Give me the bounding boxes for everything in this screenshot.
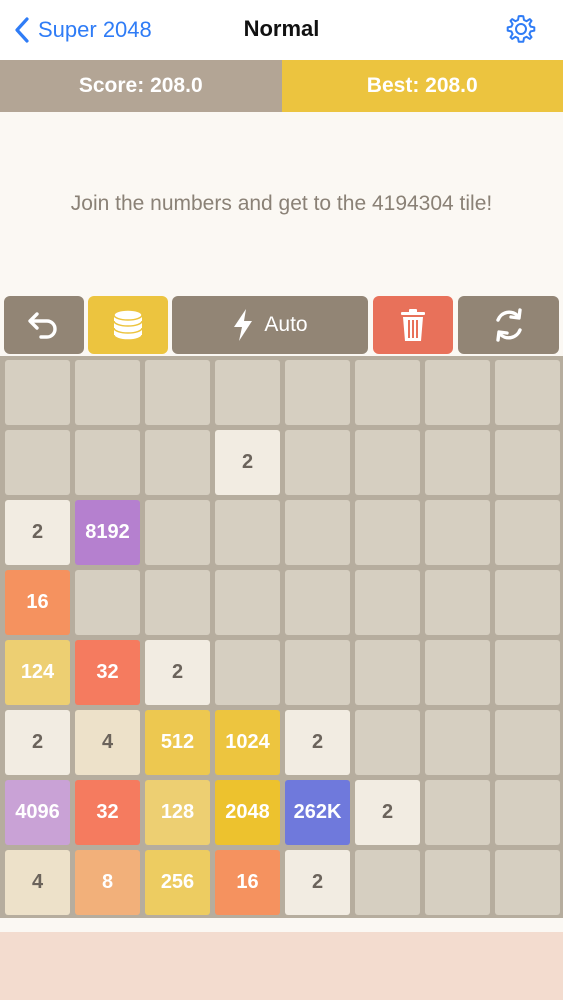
- empty-cell: [5, 430, 70, 495]
- empty-cell: [285, 360, 350, 425]
- empty-cell: [145, 570, 210, 635]
- empty-cell: [145, 430, 210, 495]
- empty-cell: [285, 640, 350, 705]
- footer-area: [0, 918, 563, 1000]
- undo-button[interactable]: [4, 296, 84, 354]
- empty-cell: [215, 360, 280, 425]
- empty-cell: [425, 360, 490, 425]
- chevron-left-icon: [15, 17, 29, 43]
- game-board[interactable]: 2 2 8192 16 124 32 2 2 4 512 1024 2 4096 32 128 2048 262…: [0, 356, 563, 918]
- lightning-icon: [234, 309, 253, 341]
- empty-cell: [425, 500, 490, 565]
- empty-cell: [145, 500, 210, 565]
- coins-button[interactable]: [88, 296, 168, 354]
- tile: 512: [145, 710, 210, 775]
- empty-cell: [425, 780, 490, 845]
- empty-cell: [75, 360, 140, 425]
- tile: 8192: [75, 500, 140, 565]
- trash-icon: [401, 309, 425, 341]
- tile: 124: [5, 640, 70, 705]
- empty-cell: [5, 360, 70, 425]
- tile: 8: [75, 850, 140, 915]
- empty-cell: [355, 640, 420, 705]
- empty-cell: [75, 570, 140, 635]
- empty-cell: [215, 500, 280, 565]
- empty-cell: [495, 850, 560, 915]
- empty-cell: [355, 850, 420, 915]
- tile: 2: [355, 780, 420, 845]
- empty-cell: [285, 500, 350, 565]
- trash-button[interactable]: [373, 296, 453, 354]
- empty-cell: [495, 780, 560, 845]
- auto-button[interactable]: Auto: [172, 296, 368, 354]
- tile: 2: [5, 710, 70, 775]
- gear-icon: [506, 15, 536, 43]
- tile: 4: [5, 850, 70, 915]
- tile: 2048: [215, 780, 280, 845]
- goal-message: Join the numbers and get to the 4194304 …: [70, 192, 493, 215]
- empty-cell: [215, 640, 280, 705]
- back-button-label: Super 2048: [38, 17, 152, 42]
- tile: 16: [215, 850, 280, 915]
- empty-cell: [145, 360, 210, 425]
- tile: 1024: [215, 710, 280, 775]
- refresh-icon: [495, 308, 522, 342]
- score-display: Score: 208.0: [0, 60, 282, 112]
- empty-cell: [495, 430, 560, 495]
- empty-cell: [495, 360, 560, 425]
- toolbar: Auto: [0, 296, 563, 356]
- tile: 2: [215, 430, 280, 495]
- coins-icon: [113, 309, 143, 341]
- empty-cell: [425, 850, 490, 915]
- tile: 2: [285, 710, 350, 775]
- empty-cell: [215, 570, 280, 635]
- settings-button[interactable]: [505, 13, 537, 45]
- tile: 4: [75, 710, 140, 775]
- empty-cell: [355, 710, 420, 775]
- tile: 32: [75, 780, 140, 845]
- empty-cell: [355, 360, 420, 425]
- undo-icon: [28, 312, 57, 339]
- empty-cell: [355, 430, 420, 495]
- tile: 2: [145, 640, 210, 705]
- empty-cell: [75, 430, 140, 495]
- empty-cell: [495, 640, 560, 705]
- navigation-bar: Super 2048 Normal: [0, 0, 563, 60]
- tile: 2: [5, 500, 70, 565]
- tile: 2: [285, 850, 350, 915]
- empty-cell: [425, 640, 490, 705]
- empty-cell: [495, 710, 560, 775]
- tile: 4096: [5, 780, 70, 845]
- score-bar: Score: 208.0 Best: 208.0: [0, 60, 563, 112]
- empty-cell: [355, 500, 420, 565]
- empty-cell: [425, 570, 490, 635]
- tile: 262K: [285, 780, 350, 845]
- empty-cell: [495, 570, 560, 635]
- empty-cell: [425, 710, 490, 775]
- back-button[interactable]: Super 2048: [14, 14, 152, 46]
- tile: 32: [75, 640, 140, 705]
- empty-cell: [285, 570, 350, 635]
- empty-cell: [285, 430, 350, 495]
- empty-cell: [355, 570, 420, 635]
- tile: 256: [145, 850, 210, 915]
- restart-button[interactable]: [458, 296, 559, 354]
- tile: 16: [5, 570, 70, 635]
- empty-cell: [495, 500, 560, 565]
- tile: 128: [145, 780, 210, 845]
- auto-button-label: Auto: [264, 313, 308, 336]
- empty-cell: [425, 430, 490, 495]
- best-score-display: Best: 208.0: [281, 60, 563, 112]
